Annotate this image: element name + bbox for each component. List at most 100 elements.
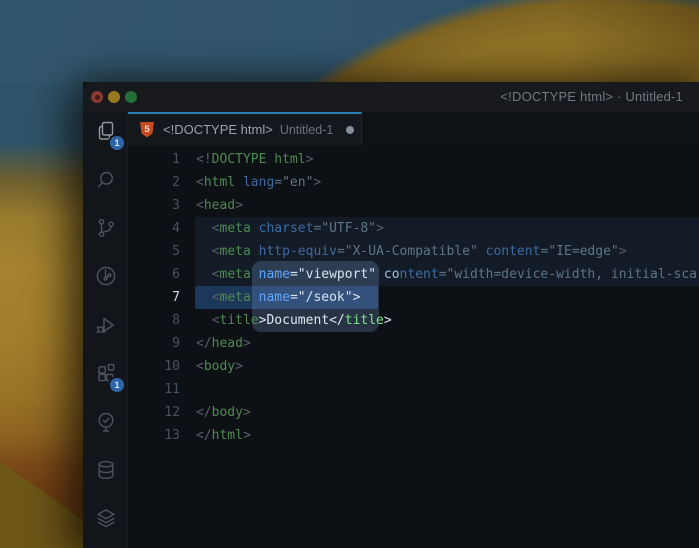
line-number[interactable]: 11 bbox=[128, 378, 180, 401]
sidebar-item-layers[interactable] bbox=[83, 494, 128, 542]
sidebar-item-search[interactable] bbox=[83, 155, 128, 203]
code-token: > bbox=[235, 359, 243, 374]
code-token: head bbox=[204, 198, 235, 213]
code-token: co bbox=[384, 267, 400, 282]
code-line[interactable]: </html> bbox=[196, 424, 699, 447]
sidebar-item-source-control[interactable] bbox=[83, 204, 128, 252]
code-line[interactable]: <html lang="en"> bbox=[196, 171, 699, 194]
code-token: <! bbox=[196, 152, 212, 167]
sidebar-item-explorer[interactable]: 1 bbox=[83, 107, 128, 155]
code-token: </ bbox=[196, 336, 212, 351]
code-token: name bbox=[259, 267, 290, 282]
titlebar[interactable]: <!DOCTYPE html> · Untitled-1 bbox=[83, 82, 699, 112]
html5-icon: 5 bbox=[140, 122, 154, 138]
code-line[interactable]: <meta charset="UTF-8"> bbox=[196, 217, 699, 240]
code-token: < bbox=[196, 198, 204, 213]
code-line[interactable]: <head> bbox=[196, 194, 699, 217]
commit-graph-icon bbox=[94, 264, 118, 288]
line-number[interactable]: 4 bbox=[128, 217, 180, 240]
code-token bbox=[251, 244, 259, 259]
code-token: < bbox=[196, 175, 204, 190]
line-number[interactable]: 1 bbox=[128, 148, 180, 171]
code-token: meta bbox=[220, 267, 251, 282]
layers-icon bbox=[94, 506, 118, 530]
line-number[interactable]: 10 bbox=[128, 355, 180, 378]
code-token: < bbox=[212, 244, 220, 259]
code-token: < bbox=[212, 267, 220, 282]
code-token: html bbox=[212, 428, 243, 443]
code-token: title bbox=[345, 313, 384, 328]
code-token: meta bbox=[220, 290, 251, 305]
code-line[interactable]: <meta name="/seok"> bbox=[196, 286, 699, 309]
code-token: > bbox=[376, 221, 384, 236]
line-number[interactable]: 5 bbox=[128, 240, 180, 263]
code-line[interactable]: <meta name="viewport" content="width=dev… bbox=[196, 263, 699, 286]
code-token: ="viewport" bbox=[290, 267, 376, 282]
sidebar-item-extensions[interactable]: 1 bbox=[83, 349, 128, 397]
line-number[interactable]: 2 bbox=[128, 171, 180, 194]
code-token: ="width=device-width, initial-sca bbox=[439, 267, 697, 282]
wallpaper-top bbox=[0, 0, 699, 82]
explorer-badge: 1 bbox=[110, 136, 124, 150]
code-line[interactable]: <body> bbox=[196, 355, 699, 378]
code-token: DOCTYPE html bbox=[212, 152, 306, 167]
code-token: title bbox=[220, 313, 259, 328]
code-token: html bbox=[204, 175, 235, 190]
modified-dot-icon[interactable] bbox=[346, 126, 354, 134]
tab-untitled-1[interactable]: 5 <!DOCTYPE html> Untitled-1 bbox=[128, 112, 362, 145]
code-token: head bbox=[212, 336, 243, 351]
code-line[interactable]: <meta http-equiv="X-UA-Compatible" conte… bbox=[196, 240, 699, 263]
code-token: > bbox=[243, 336, 251, 351]
line-number[interactable]: 3 bbox=[128, 194, 180, 217]
tree-check-icon bbox=[94, 410, 118, 434]
code-token: < bbox=[212, 313, 220, 328]
line-number[interactable]: 12 bbox=[128, 401, 180, 424]
code-token: ="/seok" bbox=[290, 290, 353, 305]
code-token: > bbox=[243, 405, 251, 420]
code-token: ="en" bbox=[274, 175, 313, 190]
code-token bbox=[251, 290, 259, 305]
line-number[interactable]: 13 bbox=[128, 424, 180, 447]
vscode-window: <!DOCTYPE html> · Untitled-1 1 bbox=[83, 82, 699, 548]
window-title: <!DOCTYPE html> · Untitled-1 bbox=[500, 89, 683, 104]
sidebar-item-commit-graph[interactable] bbox=[83, 252, 128, 300]
line-number[interactable]: 7 bbox=[128, 286, 180, 309]
code-token: > bbox=[243, 428, 251, 443]
code-token: charset bbox=[259, 221, 314, 236]
code-token: > bbox=[306, 152, 314, 167]
line-number[interactable]: 6 bbox=[128, 263, 180, 286]
code-line[interactable]: </head> bbox=[196, 332, 699, 355]
code-token: ="IE=edge" bbox=[540, 244, 618, 259]
code-token: > bbox=[353, 290, 361, 305]
code-lines: <!DOCTYPE html><html lang="en"><head><me… bbox=[196, 148, 699, 447]
code-token: http-equiv bbox=[259, 244, 337, 259]
code-token bbox=[235, 175, 243, 190]
line-number[interactable]: 9 bbox=[128, 332, 180, 355]
code-token: body bbox=[204, 359, 235, 374]
sidebar-item-database[interactable] bbox=[83, 446, 128, 494]
minimize-button[interactable] bbox=[108, 91, 120, 103]
code-token: < bbox=[196, 359, 204, 374]
code-token: > bbox=[313, 175, 321, 190]
code-token: lang bbox=[243, 175, 274, 190]
code-token: > bbox=[619, 244, 627, 259]
code-line[interactable]: <title>Document</title> bbox=[196, 309, 699, 332]
zoom-button[interactable] bbox=[125, 91, 137, 103]
wallpaper-left bbox=[0, 82, 83, 548]
code-line[interactable] bbox=[196, 378, 699, 401]
code-line[interactable]: <!DOCTYPE html> bbox=[196, 148, 699, 171]
database-icon bbox=[94, 458, 118, 482]
code-token bbox=[251, 221, 259, 236]
activity-bar: 1 bbox=[83, 112, 128, 548]
sidebar-item-run-debug[interactable] bbox=[83, 301, 128, 349]
git-branch-icon bbox=[94, 216, 118, 240]
code-editor[interactable]: 12345678910111213 <!DOCTYPE html><html l… bbox=[128, 145, 699, 548]
tab-bar: 5 <!DOCTYPE html> Untitled-1 bbox=[128, 112, 699, 145]
sidebar-item-testing-tree[interactable] bbox=[83, 397, 128, 445]
line-number[interactable]: 8 bbox=[128, 309, 180, 332]
code-token: name bbox=[259, 290, 290, 305]
desktop: <!DOCTYPE html> · Untitled-1 1 bbox=[0, 0, 699, 548]
close-button[interactable] bbox=[91, 91, 103, 103]
code-token: >Document</ bbox=[259, 313, 345, 328]
code-line[interactable]: </body> bbox=[196, 401, 699, 424]
